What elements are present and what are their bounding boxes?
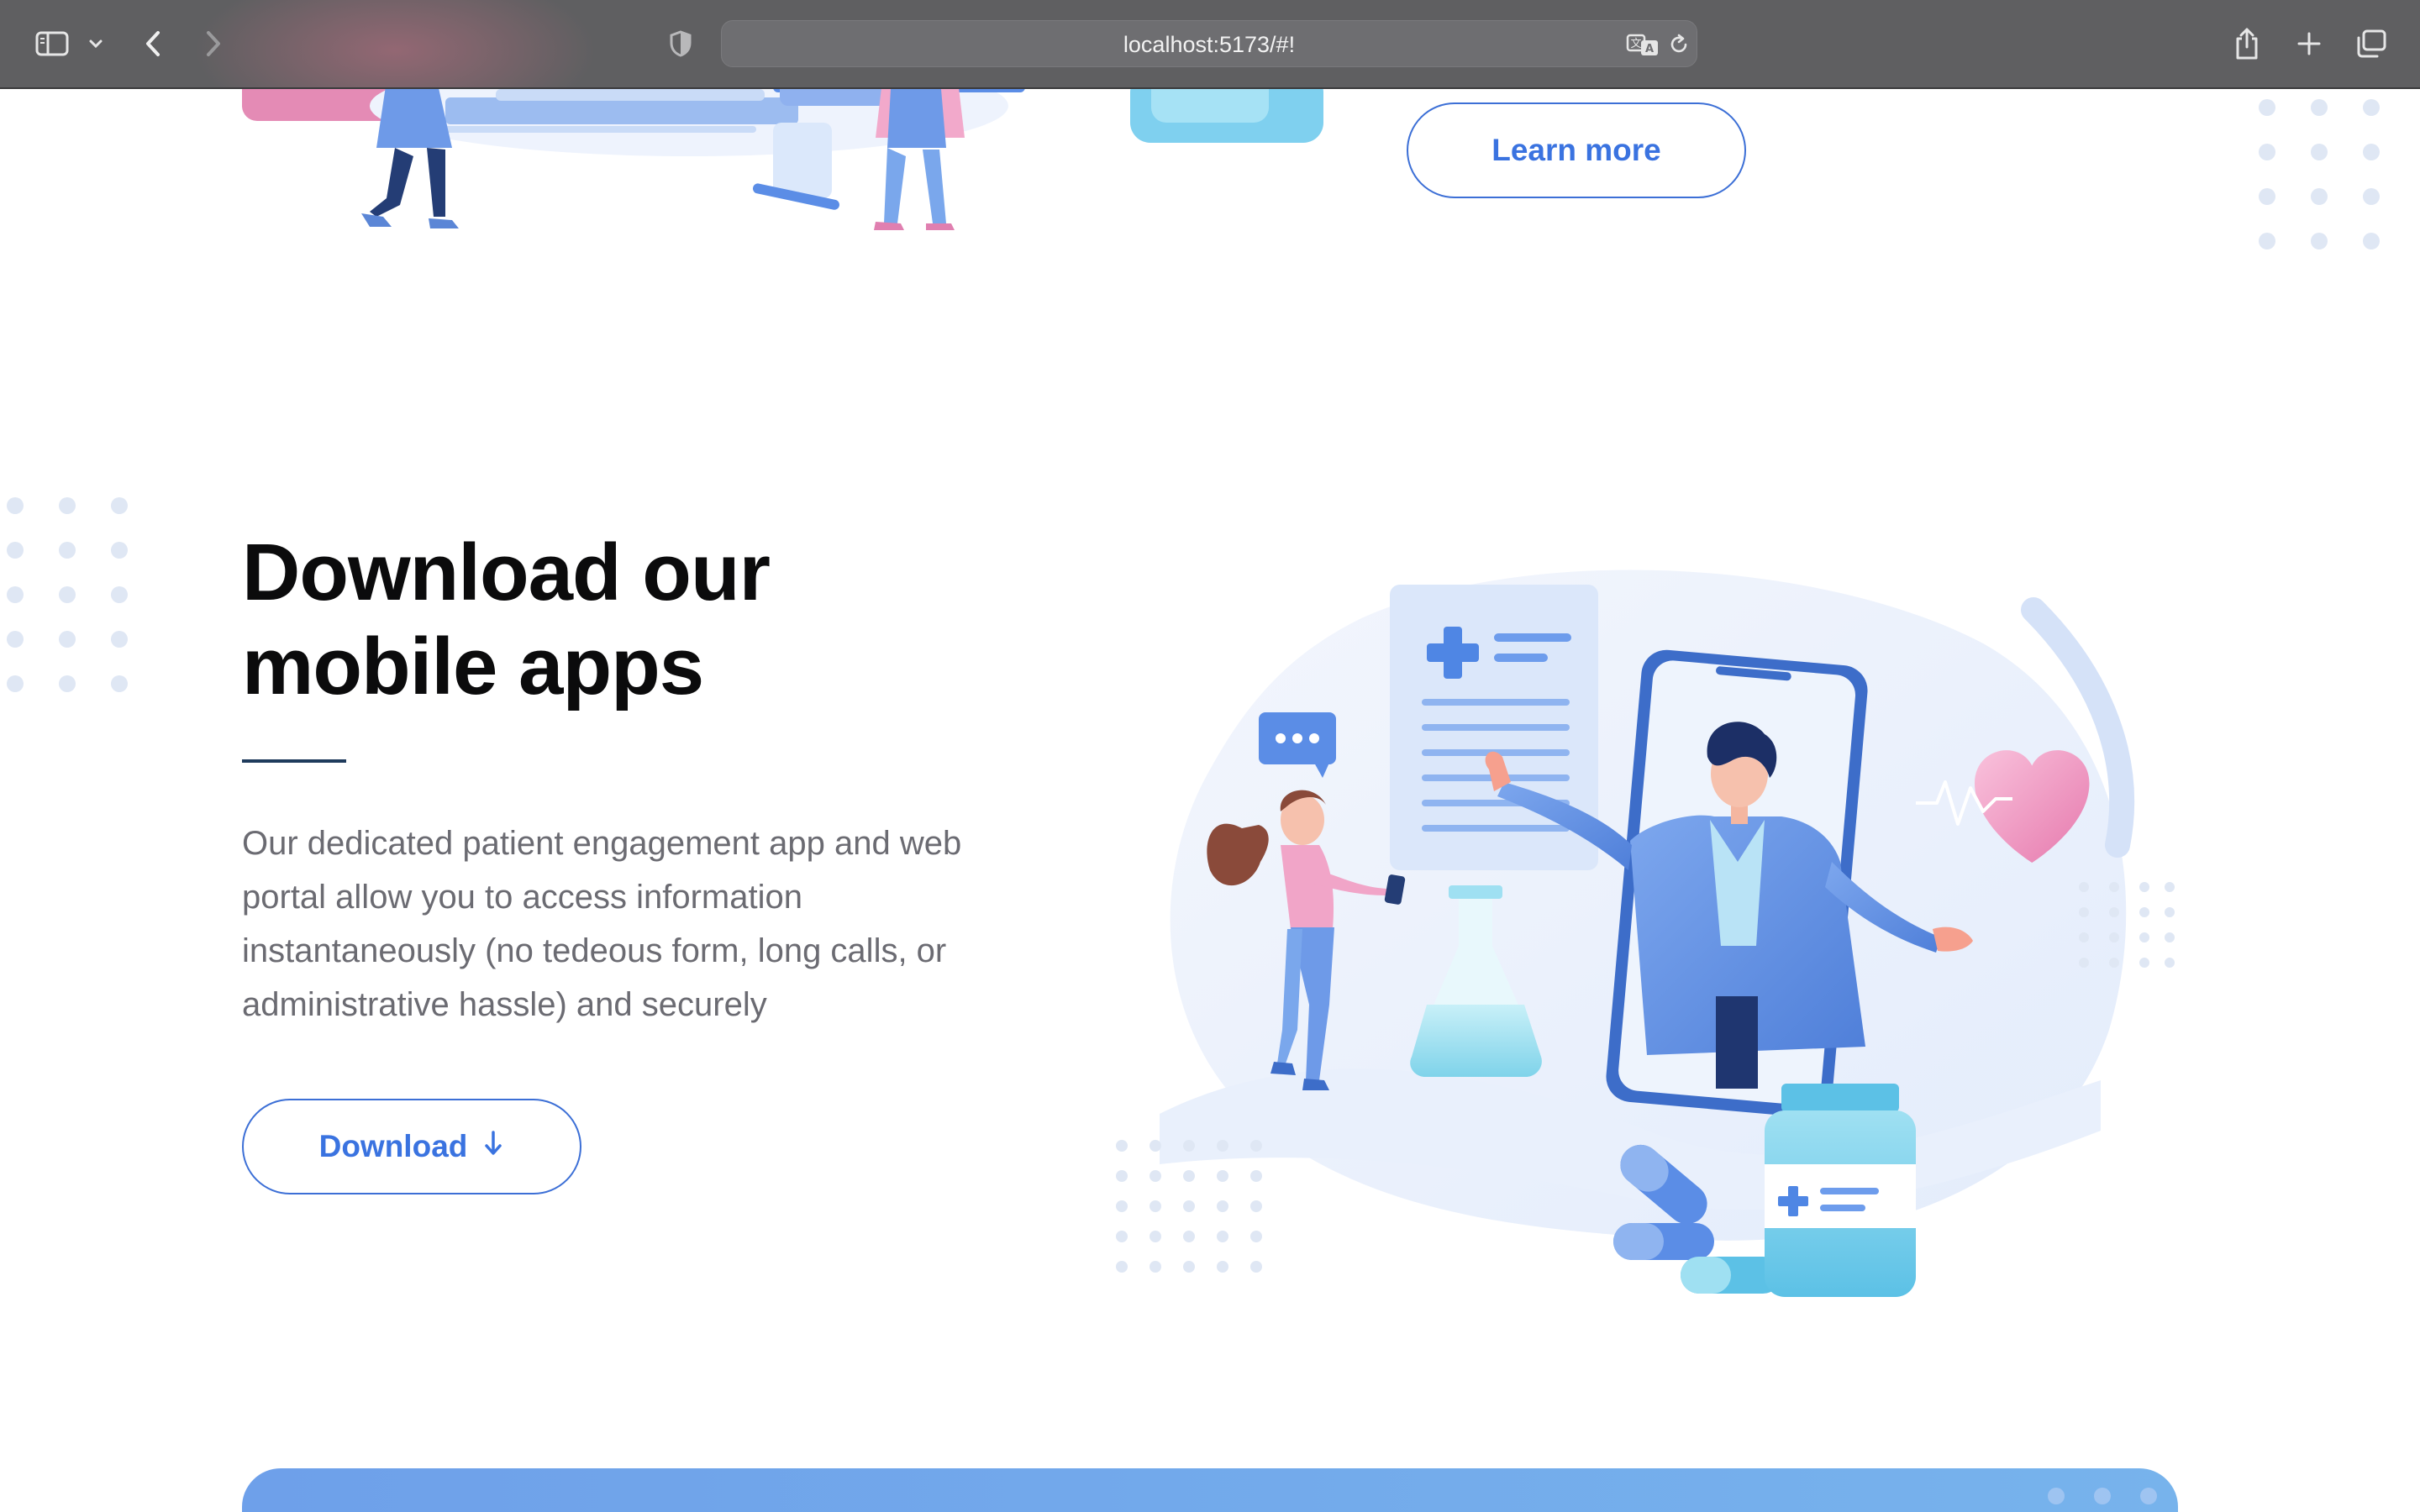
chevron-down-icon[interactable] [84,20,108,67]
browser-toolbar: localhost:5173/#! 文A [0,0,2420,89]
back-icon[interactable] [136,20,170,67]
svg-text:A: A [1645,43,1654,55]
dot-pattern [7,497,128,692]
learn-more-label: Learn more [1491,133,1661,167]
mobile-app-illustration [1116,570,2175,1297]
toolbar-glow [193,0,597,87]
svg-text:文: 文 [1630,38,1641,50]
section-heading: Download our mobile apps [242,528,771,711]
translate-icon[interactable]: 文A [1624,21,1661,68]
dot-pattern [2259,99,2380,249]
arrow-down-icon [482,1129,504,1165]
heading-divider [242,759,346,763]
reload-icon[interactable] [1666,21,1691,68]
forward-icon[interactable] [197,20,230,67]
download-label: Download [318,1129,468,1163]
download-button[interactable]: Download [242,1099,581,1194]
tab-overview-icon[interactable] [2353,20,2390,67]
share-icon[interactable] [2228,20,2265,67]
sidebar-icon[interactable] [32,20,72,67]
new-tab-icon[interactable] [2292,20,2326,67]
address-bar[interactable]: localhost:5173/#! 文A [721,20,1697,67]
privacy-shield-icon[interactable] [666,20,696,67]
dot-pattern [2048,1488,2157,1504]
section-description: Our dedicated patient engagement app and… [242,825,962,1023]
doctors-illustration [242,89,1323,230]
cta-banner [242,1468,2178,1512]
page-content: Learn more Download our mobile apps Our … [0,89,2420,1512]
learn-more-button[interactable]: Learn more [1407,102,1746,198]
url-text[interactable]: localhost:5173/#! [722,21,1697,68]
